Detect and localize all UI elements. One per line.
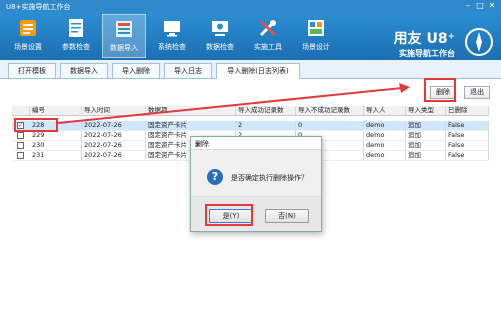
row-checkbox[interactable]	[17, 152, 24, 159]
maximize-icon[interactable]: □	[475, 1, 485, 11]
cell-id: 230	[30, 141, 82, 150]
highlight-box-row-228	[14, 118, 58, 132]
ribbon-item-tools[interactable]: 实施工具	[246, 14, 290, 58]
tools-icon	[259, 19, 277, 37]
cell-time: 2022-07-26	[82, 151, 146, 160]
highlight-box-delete	[424, 78, 456, 102]
cell-fail: 0	[296, 121, 364, 130]
column-header: 导入人	[364, 106, 406, 115]
ribbon-toolbar: 场景设置 参数检查 数据导入 系统检查 数据检查 实施工具 场景设计 用友 U8…	[0, 12, 501, 60]
cell-deleted: False	[446, 131, 489, 140]
cell-id: 229	[30, 131, 82, 140]
table-header: 编号 导入时间 数据项 导入成功记录数 导入不成功记录数 导入人 导入类型 已删…	[12, 106, 489, 116]
column-header: 导入不成功记录数	[296, 106, 364, 115]
scene-settings-icon	[20, 20, 36, 36]
cell-time: 2022-07-26	[82, 131, 146, 140]
tab-import-log[interactable]: 导入日志	[164, 63, 212, 78]
cell-user: demo	[364, 131, 406, 140]
column-header: 导入时间	[82, 106, 146, 115]
ribbon-item-system-check[interactable]: 系统检查	[150, 14, 194, 58]
cell-deleted: False	[446, 151, 489, 160]
table-row[interactable]: ✓ 228 2022-07-26 固定资产卡片 2 0 demo 追加 Fals…	[12, 121, 489, 131]
cell-user: demo	[364, 151, 406, 160]
cell-item: 固定资产卡片	[146, 121, 236, 130]
row-checkbox[interactable]	[17, 142, 24, 149]
column-header: 编号	[30, 106, 82, 115]
brand-name: 用友 U8⁺	[393, 31, 455, 47]
system-check-icon	[164, 21, 180, 37]
minimize-icon[interactable]: –	[463, 1, 473, 11]
scene-design-icon	[308, 20, 324, 36]
compass-icon	[465, 28, 493, 56]
ribbon-item-data-import[interactable]: 数据导入	[102, 14, 146, 58]
ribbon-label: 场景设置	[14, 43, 42, 51]
column-header: 已删除	[446, 106, 489, 115]
tab-bar: 打开模板 数据导入 导入删除 导入日志 导入删除(日志列表)	[0, 60, 501, 79]
column-header-select	[12, 106, 30, 115]
cell-user: demo	[364, 121, 406, 130]
cell-type: 追加	[406, 121, 446, 130]
column-header: 导入成功记录数	[236, 106, 296, 115]
ribbon-label: 系统检查	[158, 43, 186, 51]
cell-deleted: False	[446, 141, 489, 150]
cell-user: demo	[364, 141, 406, 150]
ribbon-item-scene-settings[interactable]: 场景设置	[6, 14, 50, 58]
window-title: U8+实施导航工作台	[6, 3, 71, 11]
no-button[interactable]: 否(N)	[265, 209, 309, 223]
cell-time: 2022-07-26	[82, 141, 146, 150]
cell-type: 追加	[406, 141, 446, 150]
column-header: 导入类型	[406, 106, 446, 115]
ribbon-label: 参数检查	[62, 43, 90, 51]
tab-import-delete-log-list[interactable]: 导入删除(日志列表)	[216, 63, 300, 79]
parameter-check-icon	[69, 19, 83, 37]
data-import-icon	[116, 21, 132, 37]
ribbon-label: 数据检查	[206, 43, 234, 51]
ribbon-label: 数据导入	[110, 44, 138, 52]
cell-deleted: False	[446, 121, 489, 130]
row-checkbox[interactable]	[17, 132, 24, 139]
cell-time: 2022-07-26	[82, 121, 146, 130]
tab-data-import[interactable]: 数据导入	[60, 63, 108, 78]
question-icon: ?	[207, 169, 223, 185]
tab-import-delete[interactable]: 导入删除	[112, 63, 160, 78]
cell-type: 追加	[406, 151, 446, 160]
column-header: 数据项	[146, 106, 236, 115]
cell-ok: 2	[236, 121, 296, 130]
dialog-title-bar: 删除 ✕	[191, 137, 321, 150]
exit-button[interactable]: 退出	[464, 86, 490, 99]
highlight-box-yes	[205, 204, 253, 226]
data-check-icon	[212, 21, 228, 36]
ribbon-item-data-check[interactable]: 数据检查	[198, 14, 242, 58]
cell-type: 追加	[406, 131, 446, 140]
ribbon-label: 场景设计	[302, 43, 330, 51]
brand-subtitle: 实施导航工作台	[399, 49, 455, 58]
close-icon[interactable]: ✕	[487, 1, 497, 11]
close-icon[interactable]: ✕	[195, 139, 317, 151]
ribbon-item-parameter-check[interactable]: 参数检查	[54, 14, 98, 58]
title-bar: U8+实施导航工作台 – □ ✕	[0, 0, 501, 12]
tab-open-template[interactable]: 打开模板	[8, 63, 56, 78]
ribbon-item-scene-design[interactable]: 场景设计	[294, 14, 338, 58]
cell-id: 231	[30, 151, 82, 160]
ribbon-label: 实施工具	[254, 43, 282, 51]
dialog-message: 是否确定执行删除操作？	[231, 174, 308, 182]
